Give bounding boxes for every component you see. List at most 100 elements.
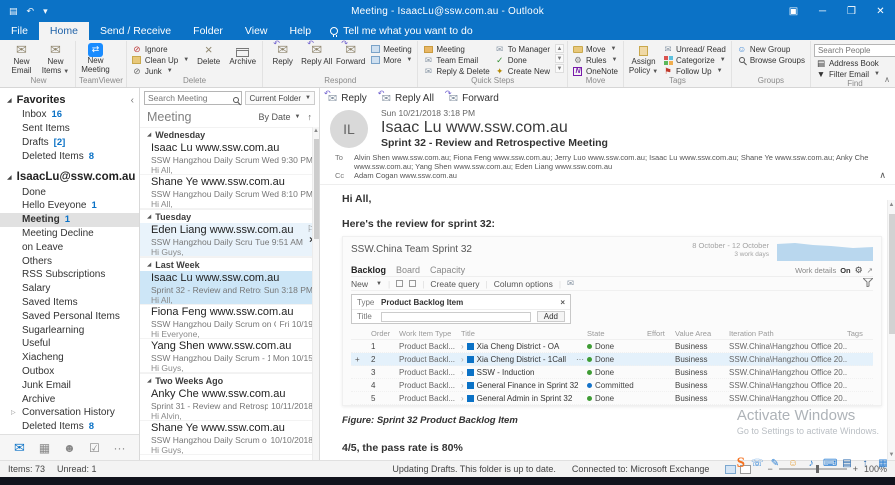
move-button[interactable]: Move▼ — [571, 44, 620, 54]
to-recipients[interactable]: Alvin Shen www.ssw.com.au; Fiona Feng ww… — [354, 153, 871, 171]
tab-board[interactable]: Board — [396, 265, 420, 275]
search-icon[interactable] — [233, 94, 239, 106]
tab-folder[interactable]: Folder — [182, 22, 234, 40]
title-filter-input[interactable] — [381, 312, 531, 322]
more-quick-steps-icon[interactable]: ▼ — [555, 64, 564, 73]
search-input[interactable] — [144, 91, 242, 105]
tab-capacity[interactable]: Capacity — [430, 265, 465, 275]
message-list-item[interactable]: Fiona Feng www.ssw.com.au SSW Hangzhou D… — [140, 305, 319, 339]
work-item-link[interactable]: Xia Cheng District - 1Call··· — [461, 355, 587, 364]
reply-all-action-button[interactable]: ✉↶Reply All — [382, 92, 434, 105]
column-header[interactable]: Order — [371, 329, 399, 338]
scroll-down-icon[interactable]: ▼ — [888, 452, 895, 458]
folder-item[interactable]: Xiacheng — [0, 351, 139, 365]
more-options-icon[interactable]: ··· — [576, 355, 587, 364]
message-list-item[interactable]: Isaac Lu www.ssw.com.au Sprint 32 - Revi… — [140, 271, 319, 305]
ribbon-display-options-icon[interactable]: ▣ — [779, 0, 808, 22]
forward-button[interactable]: ✉↷Forward — [334, 42, 367, 67]
folder-item[interactable]: Archive — [0, 392, 139, 406]
browse-groups-button[interactable]: Browse Groups — [735, 55, 807, 65]
address-book-button[interactable]: ▤Address Book — [814, 58, 895, 68]
create-query-button[interactable]: Create query — [430, 279, 479, 289]
expand-icon[interactable]: ◢ — [7, 174, 12, 181]
email-query-icon[interactable]: ✉ — [567, 278, 574, 289]
folder-item[interactable]: Outbox — [0, 365, 139, 379]
emoji-icon[interactable]: ☺ — [787, 458, 799, 469]
follow-up-button[interactable]: ⚑Follow Up▼ — [661, 66, 728, 76]
customize-quick-access-icon[interactable]: ▾ — [43, 6, 48, 17]
clean-up-button[interactable]: Clean Up▼ — [130, 55, 191, 65]
quickstep-create-new[interactable]: ✦Create New — [493, 66, 552, 76]
tab-home[interactable]: Home — [39, 22, 89, 40]
column-header[interactable]: Effort — [647, 329, 675, 338]
folder-item[interactable]: Saved Items — [0, 296, 139, 310]
minimize-folder-pane-icon[interactable]: ‹ — [131, 95, 134, 106]
account-header[interactable]: ◢ IsaacLu@ssw.com.au — [0, 169, 139, 185]
message-list-scrollbar[interactable]: ▲ — [312, 127, 319, 460]
new-item-button[interactable]: New — [351, 279, 368, 289]
new-items-button[interactable]: ✉New Items▼ — [39, 42, 72, 76]
backlog-row[interactable]: 1 Product Backl... Xia Cheng District - … — [351, 340, 873, 353]
type-filter-value[interactable]: Product Backlog Item — [381, 298, 463, 307]
folder-item[interactable]: Others — [0, 254, 139, 268]
more-nav-icon[interactable]: ··· — [108, 441, 131, 455]
message-list-item[interactable]: Yang Shen www.ssw.com.au SSW Hangzhou Da… — [140, 339, 319, 373]
reply-action-button[interactable]: ✉↶Reply — [328, 92, 367, 105]
message-list-item[interactable]: Shane Ye www.ssw.com.au SSW Hangzhou Dai… — [140, 175, 319, 209]
minimize-icon[interactable]: ─ — [808, 0, 837, 22]
sogou-logo-icon[interactable]: S — [737, 455, 745, 472]
folder-item[interactable]: Sugarlearning — [0, 323, 139, 337]
collapse-tree-icon[interactable] — [409, 280, 416, 287]
new-email-button[interactable]: ✉New Email — [5, 42, 38, 76]
quickstep-reply-delete[interactable]: ✉Reply & Delete — [421, 66, 491, 76]
quick-steps-scroll[interactable]: ▲▼▼ — [555, 42, 564, 73]
new-group-button[interactable]: ☺New Group — [735, 44, 807, 54]
message-list-item[interactable]: Isaac Lu www.ssw.com.au SSW Hangzhou Dai… — [140, 141, 319, 175]
tab-send-receive[interactable]: Send / Receive — [89, 22, 182, 40]
tab-help[interactable]: Help — [279, 22, 323, 40]
work-item-link[interactable]: Xia Cheng District - OA··· — [461, 342, 587, 351]
scrollbar-thumb[interactable] — [889, 214, 895, 334]
archive-button[interactable]: Archive — [226, 42, 259, 67]
folder-item[interactable]: Hello Eveyone 1 — [0, 199, 139, 213]
expand-icon[interactable]: ◢ — [7, 97, 12, 104]
work-item-link[interactable]: General Admin in Sprint 32··· — [461, 394, 587, 403]
reading-pane-scrollbar[interactable]: ▲ ▼ — [887, 200, 895, 460]
group-header-two-weeks-ago[interactable]: ◢Two Weeks Ago — [140, 373, 319, 387]
quickstep-meeting[interactable]: Meeting — [421, 44, 491, 54]
sort-dropdown[interactable]: By Date▼ — [259, 112, 301, 122]
favorites-header[interactable]: ◢ Favorites ‹ — [0, 92, 139, 108]
group-header-wednesday[interactable]: ◢Wednesday — [140, 127, 319, 141]
onenote-button[interactable]: NOneNote — [571, 66, 620, 76]
folder-item[interactable]: Done — [0, 185, 139, 199]
folder-item[interactable]: Meeting Decline — [0, 227, 139, 241]
message-list-item[interactable]: Anky Che www.ssw.com.au Sprint 31 - Revi… — [140, 387, 319, 421]
folder-item[interactable]: on Leave — [0, 240, 139, 254]
forward-action-button[interactable]: ✉↷Forward — [449, 92, 499, 105]
quickstep-done[interactable]: ✓Done — [493, 55, 552, 65]
folder-item[interactable]: Salary — [0, 282, 139, 296]
column-header[interactable]: Value Area — [675, 329, 729, 338]
search-people-input[interactable] — [814, 44, 895, 57]
column-header[interactable]: State — [587, 329, 647, 338]
collapse-ribbon-icon[interactable]: ∧ — [884, 75, 890, 84]
folder-item[interactable]: Sent Items — [0, 122, 139, 136]
tab-backlog[interactable]: Backlog — [351, 265, 386, 275]
mic-icon[interactable]: ♪ — [805, 458, 817, 469]
folder-item[interactable]: RSS Subscriptions — [0, 268, 139, 282]
group-header-tuesday[interactable]: ◢Tuesday — [140, 209, 319, 223]
gear-icon[interactable]: ⚙ — [855, 265, 863, 276]
folder-item[interactable]: Deleted Items 8 — [0, 149, 139, 163]
column-header[interactable]: Title — [461, 329, 587, 338]
backlog-row[interactable]: 3 Product Backl... SSW - Induction··· Do… — [351, 366, 873, 379]
column-header[interactable]: Iteration Path — [729, 329, 847, 338]
assign-policy-button[interactable]: Assign Policy▼ — [627, 42, 660, 76]
scroll-down-icon[interactable]: ▼ — [555, 54, 564, 63]
tab-view[interactable]: View — [234, 22, 279, 40]
work-item-link[interactable]: General Finance in Sprint 32··· — [461, 381, 587, 390]
input-mode-icon[interactable]: ☏ — [751, 458, 763, 469]
send-receive-icon[interactable]: ▤ — [9, 6, 18, 17]
folder-item[interactable]: Drafts [2] — [0, 136, 139, 150]
restore-icon[interactable]: ❒ — [837, 0, 866, 22]
undo-icon[interactable]: ↶ — [27, 6, 35, 17]
